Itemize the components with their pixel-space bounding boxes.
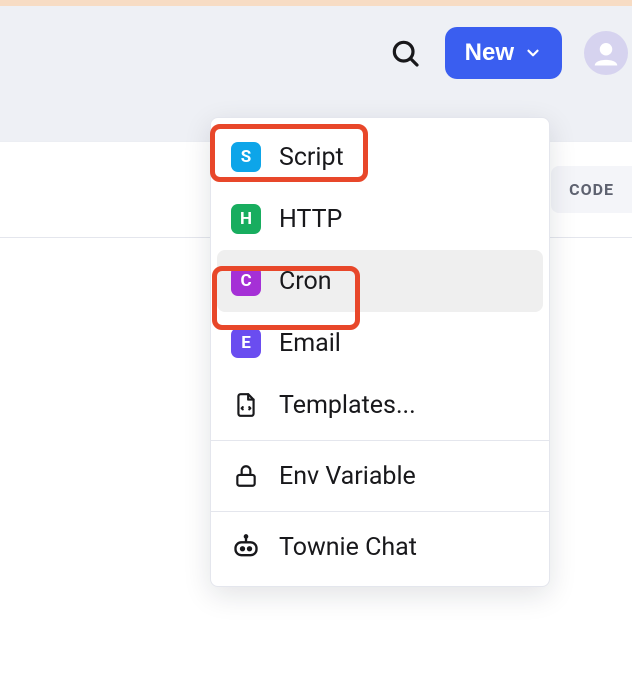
menu-item-label: Env Variable [279,462,416,491]
code-tab[interactable]: CODE [551,166,632,213]
robot-icon [231,532,261,562]
menu-item-env-variable[interactable]: Env Variable [211,445,549,507]
new-button[interactable]: New [445,27,562,79]
email-badge-icon: E [231,328,261,358]
chevron-down-icon [524,44,542,62]
templates-icon [231,390,261,420]
menu-item-label: Templates... [279,391,416,420]
avatar[interactable] [584,31,628,75]
menu-item-label: Email [279,329,341,358]
menu-item-http[interactable]: H HTTP [211,188,549,250]
menu-item-townie-chat[interactable]: Townie Chat [211,516,549,578]
code-tab-label: CODE [569,180,614,199]
user-icon [591,38,621,68]
menu-item-label: HTTP [279,205,342,234]
menu-item-label: Townie Chat [279,533,417,562]
search-icon [389,37,421,69]
menu-item-label: Script [279,143,344,172]
menu-separator [211,440,549,441]
new-button-label: New [465,39,514,67]
http-badge-icon: H [231,204,261,234]
menu-item-templates[interactable]: Templates... [211,374,549,436]
script-badge-icon: S [231,142,261,172]
new-dropdown: S Script H HTTP C Cron E Email Templates… [210,117,550,587]
search-button[interactable] [387,35,423,71]
menu-item-label: Cron [279,267,332,296]
menu-item-email[interactable]: E Email [211,312,549,374]
lock-icon [231,461,261,491]
menu-separator [211,511,549,512]
menu-item-script[interactable]: S Script [211,126,549,188]
cron-badge-icon: C [231,266,261,296]
menu-item-cron[interactable]: C Cron [217,250,543,312]
